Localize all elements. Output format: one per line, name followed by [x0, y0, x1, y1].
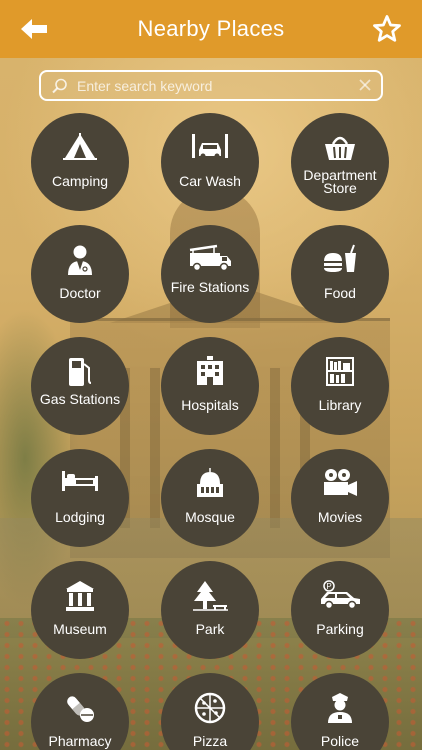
category-label: Mosque: [185, 509, 235, 525]
museum-icon: [66, 581, 94, 611]
category-label: Gas Stations: [39, 391, 121, 407]
category-label: Pizza: [192, 733, 228, 749]
category-library[interactable]: Library: [291, 337, 389, 435]
search-input[interactable]: [77, 76, 357, 96]
clear-icon[interactable]: [358, 78, 372, 92]
category-car-wash[interactable]: Car Wash: [161, 113, 259, 211]
category-doctor[interactable]: Doctor: [31, 225, 129, 323]
gas-pump-icon: [69, 358, 92, 386]
car-wash-icon: [192, 134, 228, 159]
category-mosque[interactable]: Mosque: [161, 449, 259, 547]
app-header: Nearby Places: [0, 0, 422, 58]
tree-bench-icon: [193, 581, 228, 611]
category-label: Lodging: [55, 509, 105, 525]
category-museum[interactable]: Museum: [31, 561, 129, 659]
category-label: Food: [324, 285, 356, 301]
bed-icon: [62, 471, 98, 491]
back-arrow-icon[interactable]: [18, 16, 50, 42]
movie-camera-icon: [324, 469, 357, 496]
page-title: Nearby Places: [137, 16, 285, 41]
pill-icon: [67, 696, 94, 722]
basket-icon: [325, 136, 355, 160]
category-label: Museum: [53, 621, 107, 637]
bookshelf-icon: [326, 357, 354, 386]
parking-car-icon: P: [321, 580, 360, 610]
hospital-building-icon: [197, 356, 223, 385]
police-officer-icon: [328, 693, 352, 723]
category-camping[interactable]: Camping: [31, 113, 129, 211]
doctor-icon: [68, 245, 92, 275]
tent-icon: [63, 133, 97, 160]
category-label: Movies: [317, 509, 363, 525]
fire-truck-icon: [189, 244, 231, 272]
svg-text:P: P: [326, 582, 331, 591]
category-food[interactable]: Food: [291, 225, 389, 323]
category-label: Car Wash: [179, 173, 241, 189]
category-lodging[interactable]: Lodging: [31, 449, 129, 547]
category-label: Department Store: [303, 167, 377, 196]
category-movies[interactable]: Movies: [291, 449, 389, 547]
search-icon: [52, 78, 67, 94]
category-gas-stations[interactable]: Gas Stations: [31, 337, 129, 435]
category-label: Police: [320, 733, 360, 749]
category-label: Pharmacy: [48, 733, 112, 749]
category-fire-stations[interactable]: Fire Stations: [161, 225, 259, 323]
category-label: Fire Stations: [170, 279, 250, 295]
pizza-icon: [194, 692, 226, 724]
category-label: Library: [318, 397, 362, 413]
category-department-store[interactable]: Department Store: [291, 113, 389, 211]
category-label: Park: [195, 621, 225, 637]
star-outline-icon[interactable]: [372, 14, 402, 44]
category-label: Doctor: [59, 285, 101, 301]
category-label: Camping: [51, 173, 109, 189]
burger-drink-icon: [324, 244, 356, 272]
mosque-dome-icon: [197, 468, 223, 497]
category-label: Parking: [316, 621, 364, 637]
category-parking[interactable]: P Parking: [291, 561, 389, 659]
category-label: Hospitals: [181, 397, 239, 413]
category-hospitals[interactable]: Hospitals: [161, 337, 259, 435]
category-park[interactable]: Park: [161, 561, 259, 659]
search-bar: [39, 70, 383, 101]
